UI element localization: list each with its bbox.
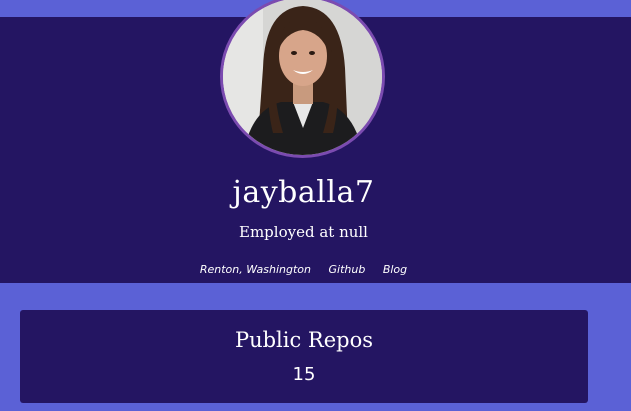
public-repos-count: 15 [292, 364, 316, 385]
avatar-photo [223, 0, 382, 155]
blog-link[interactable]: Blog [383, 263, 407, 276]
profile-employment: Employed at null [239, 223, 368, 241]
profile-username: jayballa7 [232, 175, 375, 210]
profile-location: Renton, Washington [199, 263, 311, 276]
public-repos-card: Public Repos 15 [20, 310, 588, 403]
profile-header: jayballa7 Employed at null Renton, Washi… [0, 0, 631, 283]
profile-links: Renton, Washington Github Blog [0, 263, 607, 276]
github-link[interactable]: Github [328, 263, 365, 276]
avatar [220, 0, 385, 158]
public-repos-label: Public Repos [234, 328, 374, 352]
profile-page: jayballa7 Employed at null Renton, Washi… [0, 0, 631, 411]
